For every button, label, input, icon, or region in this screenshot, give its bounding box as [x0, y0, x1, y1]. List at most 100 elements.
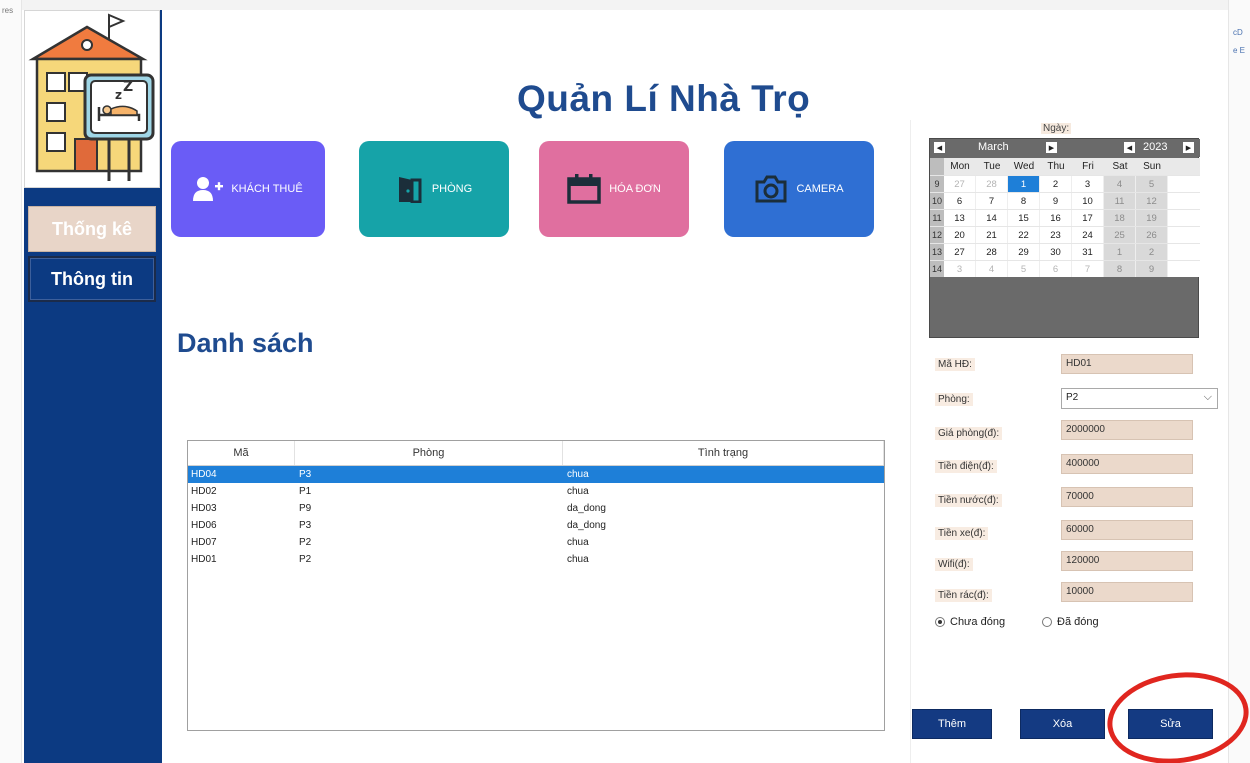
sidebar-item-thong-ke[interactable]: Thống kê [28, 206, 156, 252]
calendar-day[interactable]: 5 [1008, 261, 1040, 277]
calendar-day[interactable]: 23 [1040, 227, 1072, 243]
calendar-day[interactable]: 4 [1104, 176, 1136, 192]
adjacent-window-right: cD e E [1228, 0, 1250, 763]
calendar-day[interactable]: 17 [1072, 210, 1104, 226]
wifi-field[interactable]: 120000 [1061, 551, 1193, 571]
calendar-day[interactable]: 9 [1040, 193, 1072, 209]
calendar-day[interactable]: 5 [1136, 176, 1168, 192]
tien-rac-field[interactable]: 10000 [1061, 582, 1193, 602]
calendar-day[interactable]: 21 [976, 227, 1008, 243]
column-header-ma[interactable]: Mã [188, 441, 295, 465]
calendar-icon [567, 174, 601, 204]
tien-dien-field[interactable]: 400000 [1061, 454, 1193, 474]
calendar-day[interactable]: 1 [1008, 176, 1040, 192]
calendar-day[interactable]: 13 [944, 210, 976, 226]
phong-select[interactable]: P2 ⌵ [1061, 388, 1218, 409]
calendar-header: ◀ March ▶ ◀ 2023 ▶ [930, 139, 1200, 157]
calendar-day[interactable]: 3 [944, 261, 976, 277]
calendar-day[interactable]: 3 [1072, 176, 1104, 192]
week-number: 14 [930, 261, 944, 277]
month-calendar[interactable]: ◀ March ▶ ◀ 2023 ▶ Mon Tue Wed Thu Fri S… [929, 138, 1200, 338]
calendar-day[interactable]: 8 [1104, 261, 1136, 277]
calendar-day[interactable]: 9 [1136, 261, 1168, 277]
calendar-day[interactable]: 4 [976, 261, 1008, 277]
calendar-year[interactable]: 2023 [1143, 141, 1167, 153]
radio-dot-selected[interactable] [935, 617, 945, 627]
svg-text:Z: Z [123, 79, 133, 95]
calendar-day[interactable]: 19 [1136, 210, 1168, 226]
calendar-day[interactable]: 8 [1008, 193, 1040, 209]
table-row[interactable]: HD01 P2 chua [188, 551, 884, 568]
table-row[interactable]: HD04 P3 chua [188, 466, 884, 483]
week-number: 12 [930, 227, 944, 243]
calendar-day[interactable]: 18 [1104, 210, 1136, 226]
week-number: 9 [930, 176, 944, 192]
calendar-day[interactable]: 6 [1040, 261, 1072, 277]
radio-da-dong[interactable]: Đã đóng [1042, 616, 1099, 628]
calendar-day[interactable]: 22 [1008, 227, 1040, 243]
calendar-week-row: 10 6 7 8 9 10 11 12 [930, 192, 1200, 209]
column-header-tinh-trang[interactable]: Tình trạng [563, 441, 884, 465]
calendar-day[interactable]: 7 [1072, 261, 1104, 277]
calendar-day[interactable]: 10 [1072, 193, 1104, 209]
column-header-phong[interactable]: Phòng [295, 441, 563, 465]
them-button[interactable]: Thêm [912, 709, 992, 739]
tile-camera[interactable]: CAMERA [724, 141, 874, 237]
calendar-week-row: 9 27 28 1 2 3 4 5 [930, 175, 1200, 192]
gia-phong-field[interactable]: 2000000 [1061, 420, 1193, 440]
tile-phong[interactable]: PHÒNG [359, 141, 509, 237]
table-row[interactable]: HD03 P9 da_dong [188, 500, 884, 517]
calendar-day[interactable]: 25 [1104, 227, 1136, 243]
calendar-day[interactable]: 14 [976, 210, 1008, 226]
calendar-day[interactable]: 31 [1072, 244, 1104, 260]
prev-month-button[interactable]: ◀ [934, 142, 945, 153]
calendar-day[interactable]: 12 [1136, 193, 1168, 209]
table-row[interactable]: HD07 P2 chua [188, 534, 884, 551]
tien-dien-label: Tiền điện(đ): [935, 460, 997, 473]
calendar-day[interactable]: 1 [1104, 244, 1136, 260]
cell-phong: P1 [299, 486, 312, 497]
cell-ma: HD06 [191, 520, 217, 531]
tien-xe-field[interactable]: 60000 [1061, 520, 1193, 540]
calendar-day[interactable]: 16 [1040, 210, 1072, 226]
tien-nuoc-field[interactable]: 70000 [1061, 487, 1193, 507]
calendar-day[interactable]: 24 [1072, 227, 1104, 243]
next-year-button[interactable]: ▶ [1183, 142, 1194, 153]
calendar-day[interactable]: 27 [944, 244, 976, 260]
cell-phong: P9 [299, 503, 312, 514]
calendar-day[interactable]: 20 [944, 227, 976, 243]
sidebar-item-thong-tin[interactable]: Thông tin [28, 256, 156, 302]
table-row[interactable]: HD06 P3 da_dong [188, 517, 884, 534]
app-logo: z Z [24, 10, 160, 188]
phong-select-value: P2 [1066, 392, 1079, 403]
table-row[interactable]: HD02 P1 chua [188, 483, 884, 500]
hotel-logo-icon: z Z [28, 13, 155, 181]
calendar-day[interactable]: 11 [1104, 193, 1136, 209]
calendar-day[interactable]: 7 [976, 193, 1008, 209]
calendar-day[interactable]: 2 [1136, 244, 1168, 260]
tile-hoa-don[interactable]: HÓA ĐƠN [539, 141, 689, 237]
prev-year-button[interactable]: ◀ [1124, 142, 1135, 153]
ma-hd-field[interactable]: HD01 [1061, 354, 1193, 374]
next-month-button[interactable]: ▶ [1046, 142, 1057, 153]
cell-phong: P2 [299, 554, 312, 565]
calendar-day[interactable]: 29 [1008, 244, 1040, 260]
weekday-label: Sun [1143, 161, 1161, 172]
chevron-down-icon: ⌵ [1203, 391, 1212, 403]
calendar-day[interactable]: 28 [976, 244, 1008, 260]
xoa-button[interactable]: Xóa [1020, 709, 1105, 739]
calendar-day[interactable]: 27 [944, 176, 976, 192]
radio-dot[interactable] [1042, 617, 1052, 627]
tile-khach-thue[interactable]: KHÁCH THUÊ [171, 141, 325, 237]
calendar-day[interactable]: 28 [976, 176, 1008, 192]
calendar-month[interactable]: March [978, 141, 1009, 153]
cell-ma: HD04 [191, 469, 217, 480]
gia-phong-label: Giá phòng(đ): [935, 427, 1003, 440]
radio-chua-dong[interactable]: Chưa đóng [935, 616, 1005, 628]
list-title: Danh sách [177, 328, 314, 358]
calendar-day[interactable]: 26 [1136, 227, 1168, 243]
calendar-day[interactable]: 2 [1040, 176, 1072, 192]
calendar-day[interactable]: 6 [944, 193, 976, 209]
calendar-day[interactable]: 15 [1008, 210, 1040, 226]
calendar-day[interactable]: 30 [1040, 244, 1072, 260]
